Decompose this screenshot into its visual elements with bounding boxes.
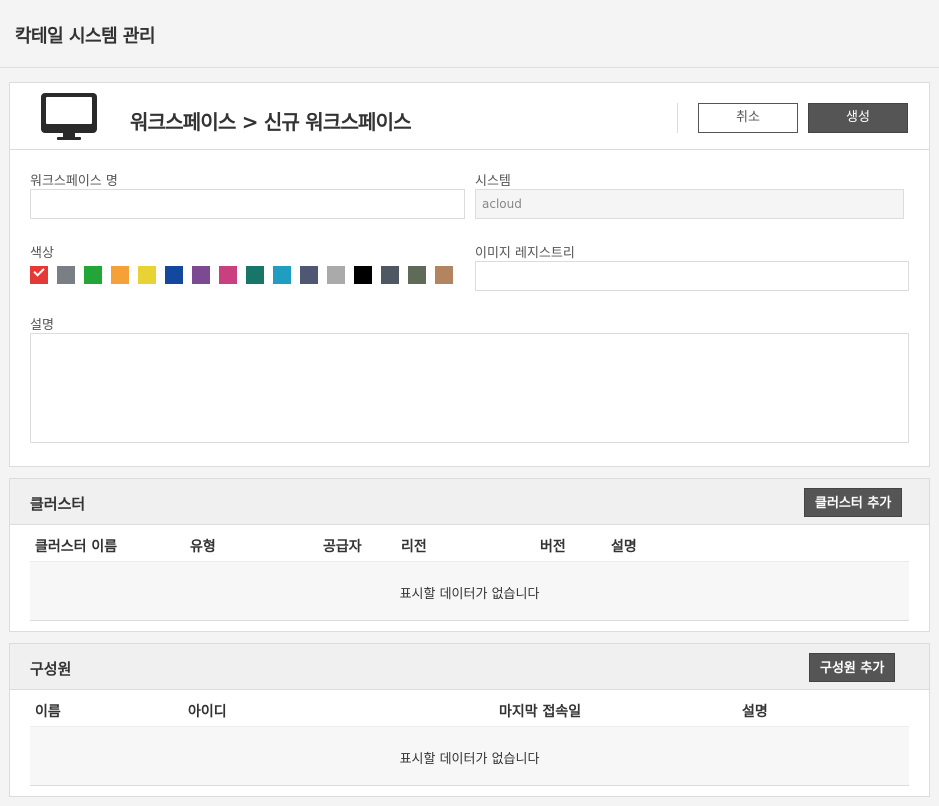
column-header-cluster-name[interactable]: 클러스터 이름	[35, 536, 117, 556]
color-swatch[interactable]	[408, 266, 426, 284]
color-swatch[interactable]	[435, 266, 453, 284]
member-section: 구성원 구성원 추가 이름 아이디 마지막 접속일 설명 표시할 데이터가 없습…	[9, 643, 930, 797]
column-header-version[interactable]: 버전	[540, 536, 566, 556]
column-header-type[interactable]: 유형	[190, 536, 216, 556]
image-registry-label: 이미지 레지스트리	[475, 246, 575, 261]
column-header-region[interactable]: 리전	[401, 536, 427, 556]
color-swatch[interactable]	[381, 266, 399, 284]
color-swatch[interactable]	[138, 266, 156, 284]
description-label: 설명	[30, 318, 54, 333]
color-swatch[interactable]	[354, 266, 372, 284]
image-registry-input[interactable]	[475, 261, 909, 291]
column-header-member-description[interactable]: 설명	[742, 701, 768, 721]
color-swatch[interactable]	[273, 266, 291, 284]
app-title: 칵테일 시스템 관리	[15, 26, 156, 47]
cancel-button[interactable]: 취소	[698, 103, 798, 133]
system-value: acloud	[482, 197, 522, 211]
cluster-empty-message: 표시할 데이터가 없습니다	[399, 587, 540, 602]
color-swatch[interactable]	[219, 266, 237, 284]
color-swatch[interactable]	[300, 266, 318, 284]
add-member-button[interactable]: 구성원 추가	[809, 653, 896, 682]
workspace-name-label: 워크스페이스 명	[30, 174, 118, 189]
cluster-section-header: 클러스터 클러스터 추가	[10, 479, 929, 525]
color-label: 색상	[30, 246, 54, 261]
member-empty-message: 표시할 데이터가 없습니다	[399, 752, 540, 767]
column-header-provider[interactable]: 공급자	[323, 536, 362, 556]
header-divider	[677, 103, 678, 133]
column-header-description[interactable]: 설명	[611, 536, 637, 556]
create-button[interactable]: 생성	[808, 103, 908, 133]
cluster-section: 클러스터 클러스터 추가 클러스터 이름 유형 공급자 리전 버전 설명 표시할…	[9, 478, 930, 632]
color-swatch[interactable]	[57, 266, 75, 284]
top-bar: 칵테일 시스템 관리	[0, 0, 939, 68]
cluster-empty-row: 표시할 데이터가 없습니다	[30, 561, 909, 621]
monitor-icon	[41, 93, 97, 141]
color-swatch[interactable]	[30, 265, 48, 284]
page-title: 워크스페이스 > 신규 워크스페이스	[130, 110, 412, 134]
workspace-header: 워크스페이스 > 신규 워크스페이스 취소 생성	[10, 83, 929, 150]
workspace-form-card: 워크스페이스 > 신규 워크스페이스 취소 생성 워크스페이스 명 시스템 ac…	[9, 82, 930, 467]
column-header-id[interactable]: 아이디	[188, 701, 227, 721]
column-header-last-login[interactable]: 마지막 접속일	[499, 701, 581, 721]
member-section-title: 구성원	[30, 660, 72, 678]
member-empty-row: 표시할 데이터가 없습니다	[30, 726, 909, 786]
color-swatch[interactable]	[165, 266, 183, 284]
description-textarea[interactable]	[30, 333, 909, 443]
check-icon	[33, 265, 45, 277]
add-cluster-button[interactable]: 클러스터 추가	[804, 488, 903, 517]
system-label: 시스템	[475, 174, 511, 189]
color-swatch[interactable]	[111, 266, 129, 284]
color-swatch[interactable]	[246, 266, 264, 284]
column-header-name[interactable]: 이름	[35, 701, 61, 721]
color-swatch[interactable]	[192, 266, 210, 284]
color-swatch[interactable]	[327, 266, 345, 284]
system-field: acloud	[475, 189, 904, 219]
workspace-name-input[interactable]	[30, 189, 465, 219]
color-swatch[interactable]	[84, 266, 102, 284]
cluster-section-title: 클러스터	[30, 495, 86, 513]
member-section-header: 구성원 구성원 추가	[10, 644, 929, 690]
